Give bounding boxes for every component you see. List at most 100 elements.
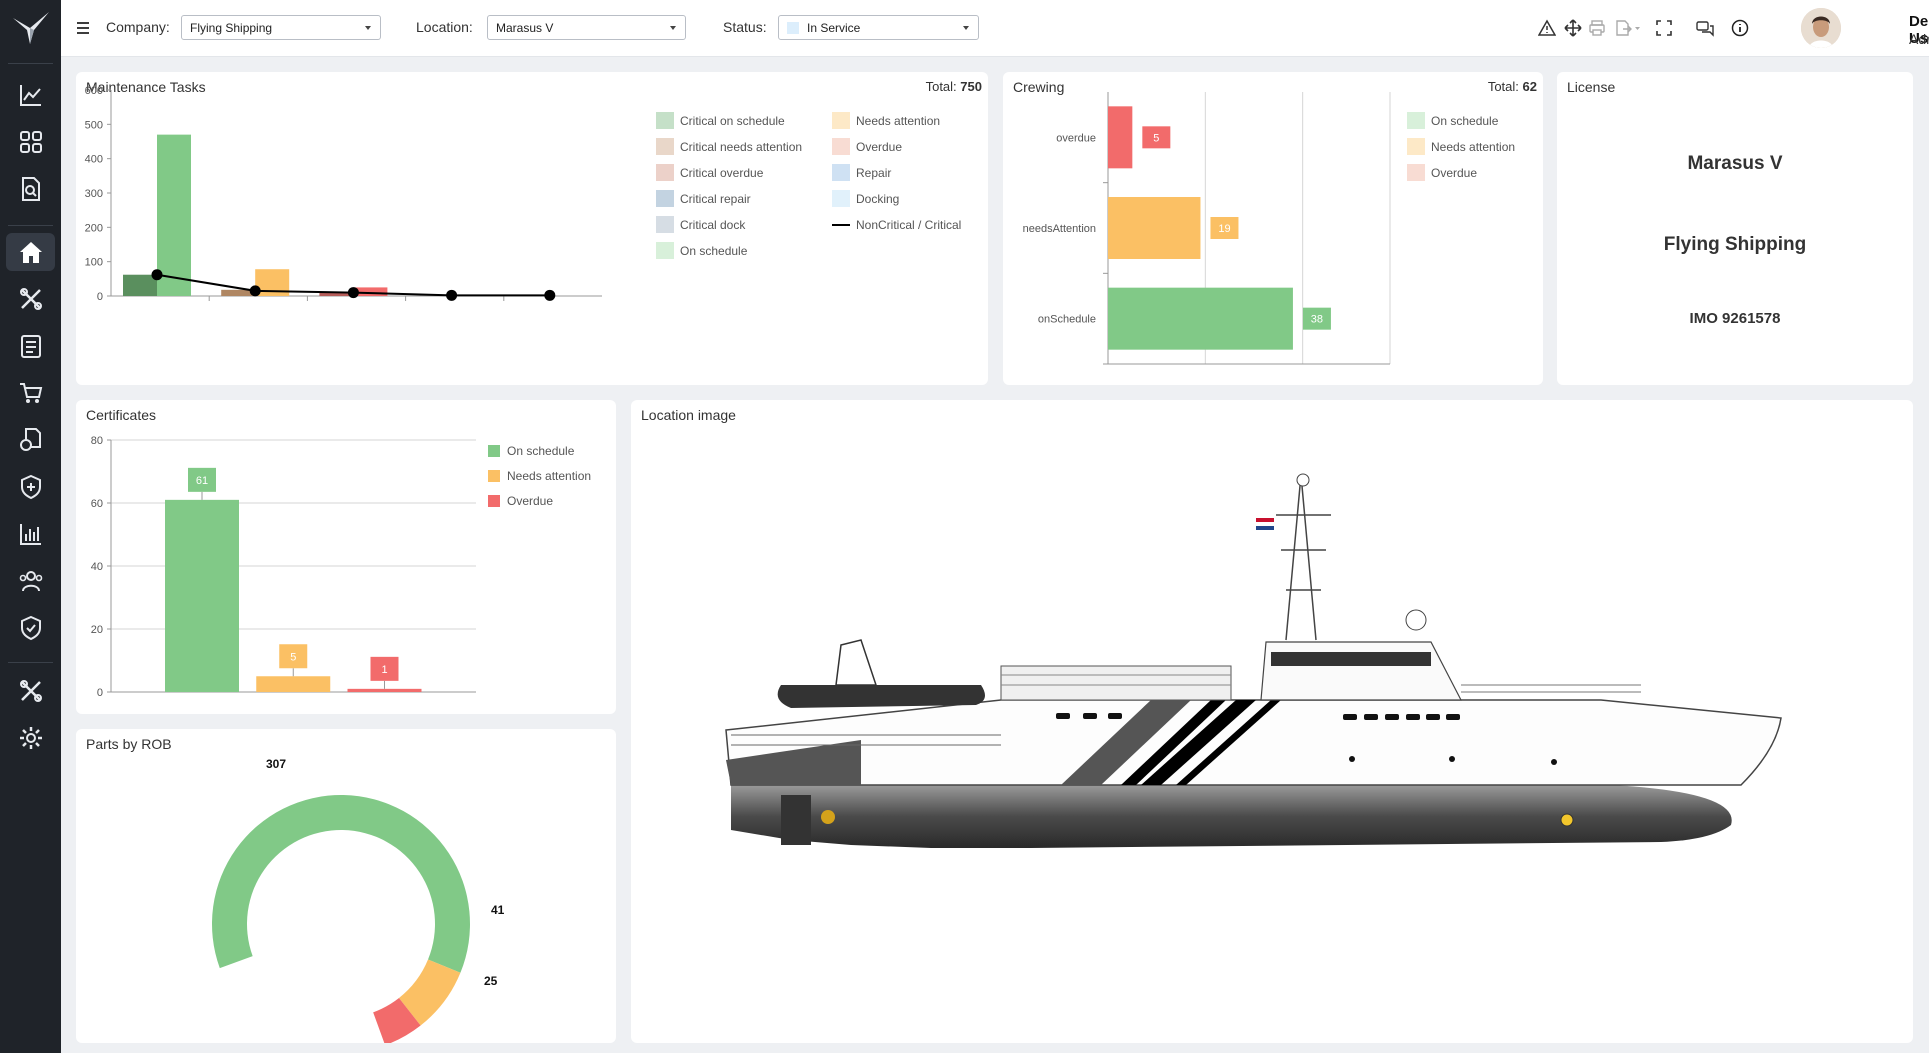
sidebar-item-documents[interactable] [6,421,55,459]
move-icon[interactable] [1564,19,1582,37]
topbar: Company: Flying Shipping Location: Maras… [61,0,1929,57]
segment-label: 307 [266,757,286,771]
legend-swatch [832,164,850,181]
crewing-legend: On schedule Needs attention Overdue [1407,112,1537,192]
legend-swatch [1407,138,1425,155]
data-label: 5 [290,651,296,663]
sidebar-item-maintenance[interactable] [6,280,55,318]
legend-label: Critical needs attention [680,140,803,154]
document-search-icon [21,177,40,201]
sidebar-item-compliance[interactable] [6,609,55,647]
card-title: License [1567,79,1616,95]
bar[interactable] [1108,197,1201,259]
status-select[interactable]: In Service [778,15,979,40]
line-point[interactable] [544,289,556,301]
legend-swatch [832,138,850,155]
legend-swatch [832,190,850,207]
fullscreen-icon[interactable] [1655,19,1673,37]
maintenance-legend: Critical on schedule Needs attention Criti… [656,112,986,272]
avatar[interactable] [1801,8,1841,48]
location-select-value: Marasus V [496,21,554,35]
legend-label: Overdue [856,140,903,154]
legend-label: Overdue [507,494,554,508]
location-image-card: Location image [631,400,1913,1043]
legend-swatch [1407,164,1425,181]
legend-swatch [656,112,674,129]
menu-icon[interactable] [76,21,90,35]
category-label: needsAttention [1023,223,1096,235]
maintenance-total: Total: 750 [926,79,982,94]
legend-label: Repair [856,166,892,180]
legend-label: Docking [856,192,900,206]
sidebar-item-tools[interactable] [6,672,55,710]
info-icon[interactable] [1731,19,1749,37]
maintenance-tasks-card: Maintenance Tasks Total: 750 0 100 200 300 4… [76,72,988,385]
documents-icon [19,428,41,451]
legend-swatch [832,224,850,226]
total-value: 750 [960,79,982,94]
y-tick-label: 400 [85,154,103,166]
sidebar-item-dashboard[interactable] [6,123,55,161]
chevron-down-icon [963,26,969,30]
bar[interactable] [157,134,191,296]
legend-swatch [488,495,500,507]
legend-label: On schedule [680,244,748,258]
maintenance-chart: 0 100 200 300 400 500 600 [85,85,602,303]
chat-icon[interactable] [1696,19,1714,37]
status-select-value: In Service [807,21,861,35]
tools-icon [19,680,42,702]
location-label: Location: [416,19,473,35]
legend-label: Needs attention [1431,140,1516,154]
sidebar-item-analytics[interactable] [6,76,55,114]
sidebar-item-home[interactable] [6,233,55,271]
sidebar-item-purchasing[interactable] [6,374,55,412]
y-tick-label: 500 [85,119,103,131]
line-point[interactable] [446,289,458,301]
legend-swatch [656,216,674,233]
segment-label: 41 [491,903,505,917]
legend-label: Critical repair [680,192,751,206]
bar[interactable] [1108,287,1293,350]
license-imo: IMO 9261578 [1689,310,1781,327]
total-label: Total: [1487,79,1519,94]
total-label: Total: [925,79,957,94]
sidebar-item-safety[interactable] [6,468,55,506]
sidebar-item-crew[interactable] [6,562,55,600]
user-role: Admin [1909,31,1929,47]
legend-swatch [656,164,674,181]
gauge-segment[interactable] [212,795,471,973]
status-color-swatch [787,22,799,34]
company-label: Company: [106,19,170,35]
y-tick-label: 200 [85,222,103,234]
line-point[interactable] [151,269,163,281]
sidebar-item-settings[interactable] [6,719,55,757]
crewing-card: Crewing Total: 62 overdue 5 needsAttention… [1003,72,1543,385]
location-select[interactable]: Marasus V [487,15,686,40]
bar[interactable] [1108,106,1133,169]
legend-swatch [656,138,674,155]
parts-by-rob-chart: 307 41 25 [212,757,505,1043]
legend-label: Needs attention [507,469,592,483]
warning-icon[interactable] [1538,19,1556,37]
crewing-chart: overdue 5 needsAttention 19 onSchedule 38 [1023,92,1391,365]
bar[interactable] [256,676,331,692]
bar[interactable] [347,688,422,692]
cart-icon [19,383,42,403]
print-icon[interactable] [1588,19,1606,37]
company-select[interactable]: Flying Shipping [181,15,381,40]
sidebar-item-tasks[interactable] [6,327,55,365]
certificates-chart: 0 20 40 60 80 61 5 1 [91,435,476,699]
bar[interactable] [123,274,157,296]
shield-check-icon [20,615,41,641]
app-logo[interactable] [10,8,52,50]
legend-label: On schedule [507,444,575,458]
sidebar-item-inspection[interactable] [6,170,55,208]
line-point[interactable] [249,285,261,297]
export-icon[interactable] [1614,19,1642,37]
grid-icon [19,131,42,153]
sidebar-item-reports[interactable] [6,515,55,553]
checklist-icon [20,335,41,358]
bar[interactable] [165,499,239,692]
chevron-down-icon [670,26,676,30]
line-point[interactable] [347,287,359,299]
